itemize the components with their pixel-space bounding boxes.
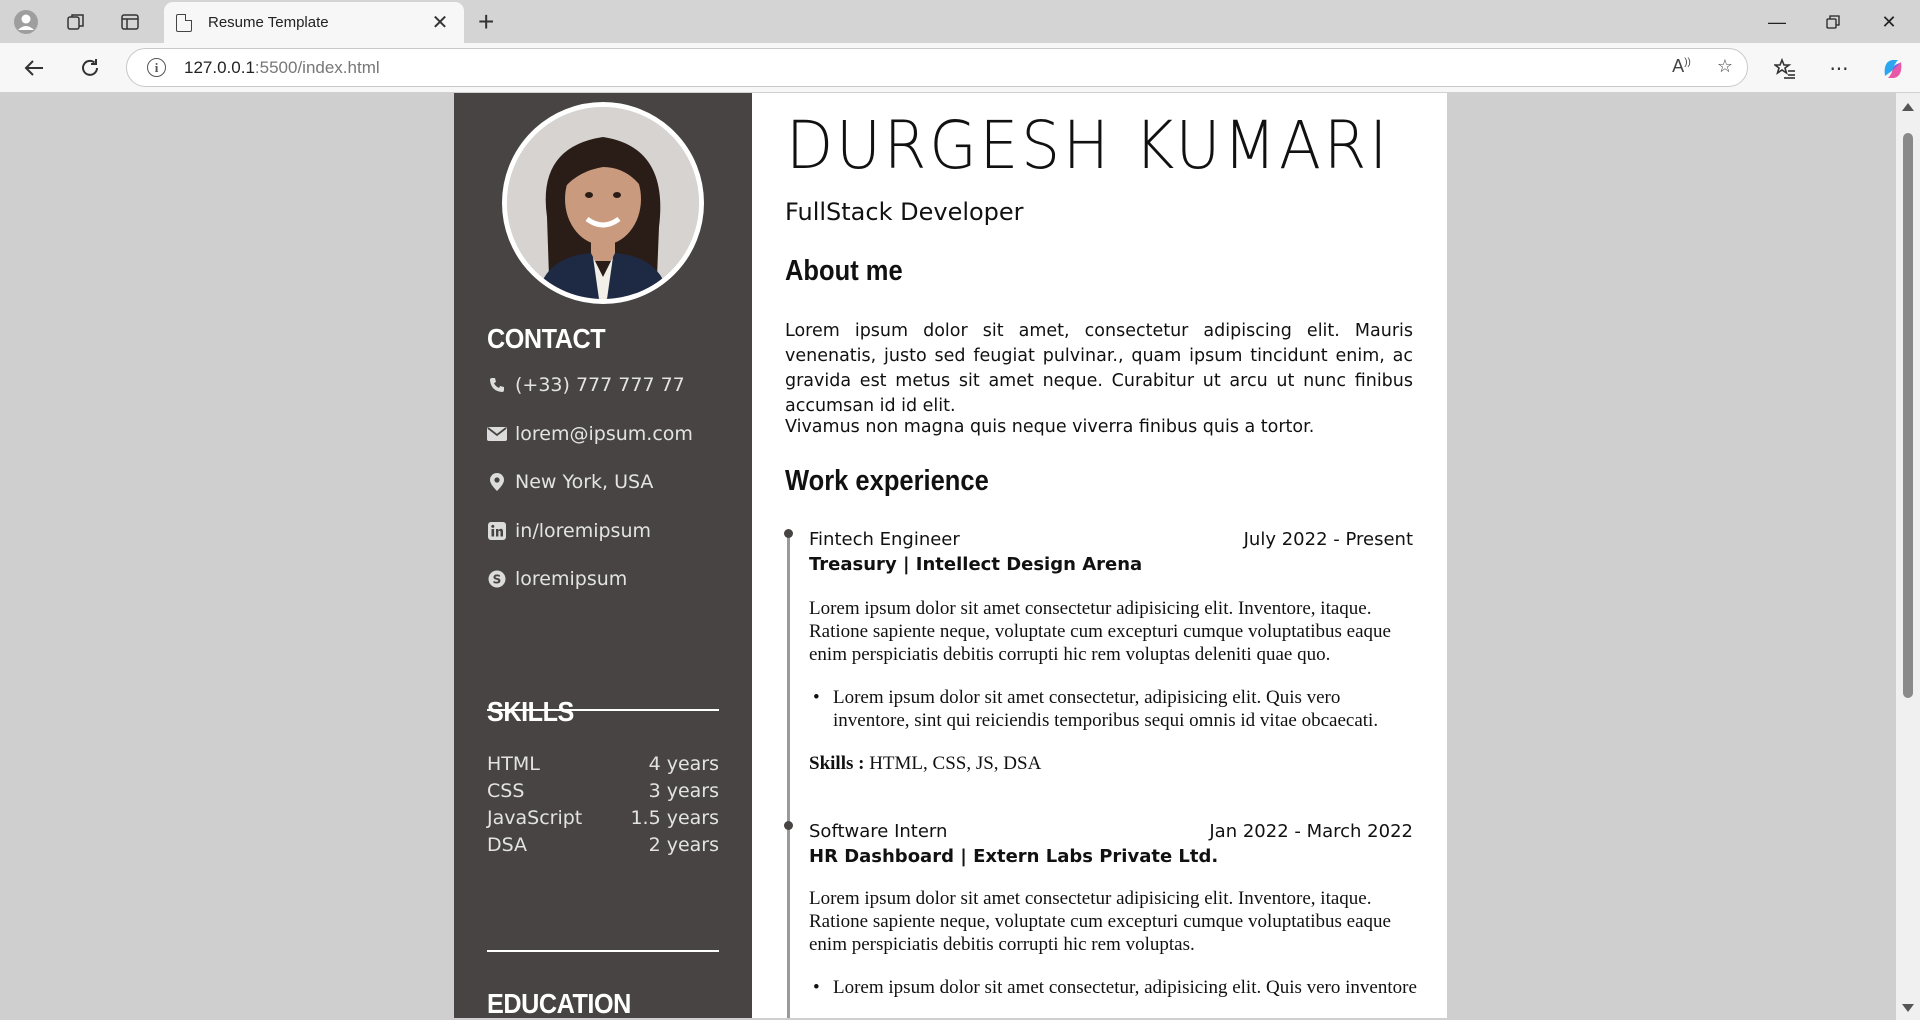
linkedin-icon bbox=[487, 521, 507, 541]
skill-row: DSA 2 years bbox=[487, 834, 719, 856]
svg-text:S: S bbox=[493, 573, 502, 587]
job-title: Software Intern bbox=[809, 821, 948, 842]
scroll-down-arrow[interactable] bbox=[1902, 1004, 1914, 1012]
profile-photo bbox=[502, 102, 704, 304]
location-item: New York, USA bbox=[487, 471, 653, 493]
job-bullet: Lorem ipsum dolor sit amet consectetur, … bbox=[813, 976, 1419, 999]
skill-years: 3 years bbox=[648, 780, 719, 802]
job-description: Lorem ipsum dolor sit amet consectetur a… bbox=[809, 598, 1391, 665]
job-skills-label: Skills : bbox=[809, 753, 865, 774]
skype-text: loremipsum bbox=[515, 568, 628, 590]
address-bar: i 127.0.0.1:5500/index.html A)) ☆ ··· bbox=[0, 43, 1920, 93]
active-tab[interactable]: Resume Template ✕ bbox=[164, 2, 464, 43]
skype-item[interactable]: S loremipsum bbox=[487, 568, 627, 590]
favorite-star-icon[interactable]: ☆ bbox=[1717, 56, 1733, 77]
phone-item: (+33) 777 777 77 bbox=[487, 374, 685, 396]
skill-name: DSA bbox=[487, 834, 528, 856]
about-paragraph: Lorem ipsum dolor sit amet, consectetur … bbox=[785, 321, 1413, 416]
work-title: Work experience bbox=[785, 465, 989, 497]
job-skills-value: HTML, CSS, JS, DSA bbox=[864, 753, 1042, 774]
job-company: Treasury | Intellect Design Arena bbox=[809, 554, 1143, 575]
site-info-icon[interactable]: i bbox=[147, 58, 166, 77]
skill-years: 2 years bbox=[648, 834, 719, 856]
read-aloud-icon[interactable]: A)) bbox=[1672, 56, 1691, 77]
skype-icon: S bbox=[487, 569, 507, 589]
job-date: July 2022 - Present bbox=[1243, 529, 1413, 550]
new-tab-icon[interactable]: + bbox=[478, 6, 494, 38]
skill-row: CSS 3 years bbox=[487, 780, 719, 802]
close-tab-icon[interactable]: ✕ bbox=[428, 10, 452, 35]
close-window-icon[interactable]: ✕ bbox=[1866, 8, 1912, 36]
map-pin-icon bbox=[487, 472, 507, 492]
skill-years: 1.5 years bbox=[630, 807, 719, 829]
url-path: :5500/index.html bbox=[254, 57, 380, 77]
back-icon[interactable] bbox=[18, 53, 50, 83]
resume-sidebar: CONTACT (+33) 777 777 77 lorem@ipsum.com… bbox=[454, 93, 752, 1018]
workspaces-icon[interactable] bbox=[62, 8, 90, 36]
linkedin-item[interactable]: in/loremipsum bbox=[487, 520, 651, 542]
sidebar-divider bbox=[487, 950, 719, 952]
about-title: About me bbox=[785, 255, 903, 287]
job-title: Fintech Engineer bbox=[809, 529, 960, 550]
tab-actions-icon[interactable] bbox=[116, 8, 144, 36]
resume-main: DURGESH KUMARI FullStack Developer About… bbox=[752, 93, 1447, 1018]
skill-years: 4 years bbox=[648, 753, 719, 775]
page-scrollbar[interactable] bbox=[1896, 93, 1920, 1020]
job-company: HR Dashboard | Extern Labs Private Ltd. bbox=[809, 846, 1219, 867]
scroll-thumb[interactable] bbox=[1903, 133, 1913, 698]
job-bullet: Lorem ipsum dolor sit amet consectetur, … bbox=[813, 686, 1419, 732]
email-text: lorem@ipsum.com bbox=[515, 423, 693, 445]
resume-page: CONTACT (+33) 777 777 77 lorem@ipsum.com… bbox=[454, 93, 1447, 1018]
timeline-dot bbox=[784, 821, 793, 830]
tab-title: Resume Template bbox=[208, 14, 329, 31]
scroll-up-arrow[interactable] bbox=[1902, 103, 1914, 111]
skill-name: HTML bbox=[487, 753, 540, 775]
candidate-role: FullStack Developer bbox=[785, 198, 1024, 226]
reload-icon[interactable] bbox=[74, 53, 106, 83]
skill-row: JavaScript 1.5 years bbox=[487, 807, 719, 829]
location-text: New York, USA bbox=[515, 471, 654, 493]
skills-title: SKILLS bbox=[487, 696, 574, 727]
timeline-dot bbox=[784, 529, 793, 538]
restore-icon[interactable] bbox=[1810, 8, 1856, 36]
envelope-icon bbox=[487, 424, 507, 444]
job-skills: Skills : HTML, CSS, JS, DSA bbox=[809, 753, 1041, 775]
minimize-icon[interactable]: — bbox=[1754, 8, 1800, 36]
timeline-line bbox=[787, 533, 790, 1018]
more-menu-icon[interactable]: ··· bbox=[1822, 53, 1856, 85]
page-viewport: CONTACT (+33) 777 777 77 lorem@ipsum.com… bbox=[4, 93, 1896, 1018]
url-input[interactable]: i 127.0.0.1:5500/index.html A)) ☆ bbox=[126, 48, 1748, 87]
skill-name: CSS bbox=[487, 780, 525, 802]
education-title: EDUCATION bbox=[487, 988, 631, 1018]
phone-text: (+33) 777 777 77 bbox=[515, 374, 685, 396]
profile-icon[interactable] bbox=[12, 8, 40, 36]
job-date: Jan 2022 - March 2022 bbox=[1209, 821, 1413, 842]
contact-title: CONTACT bbox=[487, 323, 606, 354]
tab-bar: Resume Template ✕ + — ✕ bbox=[0, 0, 1920, 43]
phone-icon bbox=[487, 375, 507, 395]
candidate-name: DURGESH KUMARI bbox=[786, 107, 1391, 184]
linkedin-text: in/loremipsum bbox=[515, 520, 652, 542]
copilot-icon[interactable] bbox=[1876, 53, 1910, 85]
job-description: Lorem ipsum dolor sit amet consectetur a… bbox=[809, 888, 1391, 955]
page-icon bbox=[176, 13, 192, 32]
email-item: lorem@ipsum.com bbox=[487, 423, 693, 445]
about-paragraph: Vivamus non magna quis neque viverra fin… bbox=[785, 417, 1315, 437]
url-host: 127.0.0.1 bbox=[184, 57, 255, 77]
skill-name: JavaScript bbox=[487, 807, 583, 829]
favorites-icon[interactable] bbox=[1768, 53, 1802, 85]
skill-row: HTML 4 years bbox=[487, 753, 719, 775]
